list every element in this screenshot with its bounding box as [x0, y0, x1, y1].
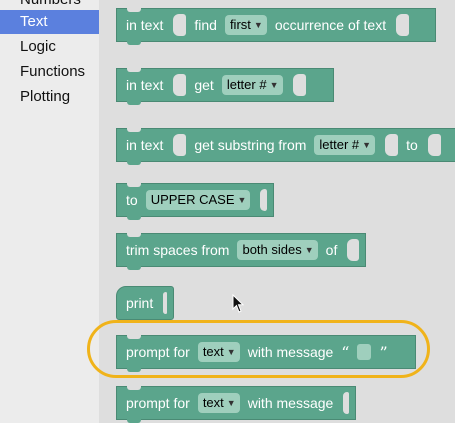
- block-label: find: [194, 17, 217, 33]
- dropdown-value: letter #: [226, 77, 267, 92]
- block-label: print: [126, 295, 154, 311]
- block-label: occurrence of text: [274, 17, 387, 33]
- find-dropdown[interactable]: first ▼: [224, 15, 267, 35]
- input-socket[interactable]: [163, 292, 167, 314]
- mouse-pointer-icon: [232, 294, 245, 313]
- category-sidebar: Numbers Text Logic Functions Plotting: [0, 0, 100, 423]
- dropdown-value: UPPER CASE: [150, 192, 235, 207]
- prompt-type-dropdown[interactable]: text ▼: [197, 342, 240, 362]
- block-label: prompt for: [126, 395, 190, 411]
- input-socket[interactable]: [385, 134, 399, 156]
- block-label: get: [194, 77, 214, 93]
- letter-dropdown[interactable]: letter # ▼: [221, 75, 283, 95]
- dropdown-value: first: [229, 17, 251, 32]
- block-label: to: [406, 137, 418, 153]
- trim-dropdown[interactable]: both sides ▼: [237, 240, 318, 260]
- case-dropdown[interactable]: UPPER CASE ▼: [145, 190, 251, 210]
- block-get-letter[interactable]: in text get letter # ▼: [116, 68, 334, 105]
- block-prompt[interactable]: prompt for text ▼ with message: [116, 386, 356, 423]
- block-flyout: in text find first ▼ occurrence of text …: [99, 0, 455, 423]
- dropdown-value: text: [202, 395, 224, 410]
- dropdown-arrow-icon: ▼: [269, 80, 279, 90]
- close-quote: ”: [379, 342, 388, 362]
- block-print[interactable]: print: [116, 286, 174, 320]
- dropdown-arrow-icon: ▼: [237, 195, 247, 205]
- dropdown-value: text: [202, 344, 224, 359]
- block-change-case[interactable]: to UPPER CASE ▼: [116, 183, 274, 220]
- category-plotting[interactable]: Plotting: [0, 85, 99, 109]
- category-text[interactable]: Text: [0, 10, 99, 34]
- input-socket[interactable]: [396, 14, 410, 36]
- block-label: to: [126, 192, 138, 208]
- block-label: in text: [126, 77, 164, 93]
- block-label: get substring from: [194, 137, 307, 153]
- block-trim[interactable]: trim spaces from both sides ▼ of: [116, 233, 366, 270]
- block-get-substring[interactable]: in text get substring from letter # ▼ to: [116, 128, 455, 165]
- block-prompt-with-message[interactable]: prompt for text ▼ with message “ ”: [116, 335, 416, 372]
- dropdown-arrow-icon: ▼: [304, 245, 314, 255]
- block-find-occurrence[interactable]: in text find first ▼ occurrence of text: [116, 8, 436, 45]
- input-socket[interactable]: [343, 392, 349, 414]
- dropdown-arrow-icon: ▼: [362, 140, 372, 150]
- input-socket[interactable]: [173, 14, 187, 36]
- input-socket[interactable]: [260, 189, 267, 211]
- block-label: with message: [247, 395, 334, 411]
- input-socket[interactable]: [173, 74, 187, 96]
- dropdown-arrow-icon: ▼: [253, 20, 263, 30]
- input-socket[interactable]: [292, 74, 306, 96]
- block-label: in text: [126, 17, 164, 33]
- substring-from-dropdown[interactable]: letter # ▼: [314, 135, 376, 155]
- dropdown-arrow-icon: ▼: [226, 347, 236, 357]
- dropdown-value: letter #: [319, 137, 360, 152]
- text-field[interactable]: [357, 344, 372, 360]
- block-label: prompt for: [126, 344, 190, 360]
- open-quote: “: [341, 342, 350, 362]
- block-label: with message: [247, 344, 334, 360]
- input-socket[interactable]: [427, 134, 441, 156]
- input-socket[interactable]: [347, 239, 359, 261]
- input-socket[interactable]: [173, 134, 187, 156]
- block-label: trim spaces from: [126, 242, 230, 258]
- prompt-type-dropdown[interactable]: text ▼: [197, 393, 240, 413]
- dropdown-arrow-icon: ▼: [226, 398, 236, 408]
- dropdown-value: both sides: [242, 242, 302, 257]
- category-logic[interactable]: Logic: [0, 35, 99, 59]
- block-label: of: [325, 242, 338, 258]
- block-label: in text: [126, 137, 164, 153]
- category-functions[interactable]: Functions: [0, 60, 99, 84]
